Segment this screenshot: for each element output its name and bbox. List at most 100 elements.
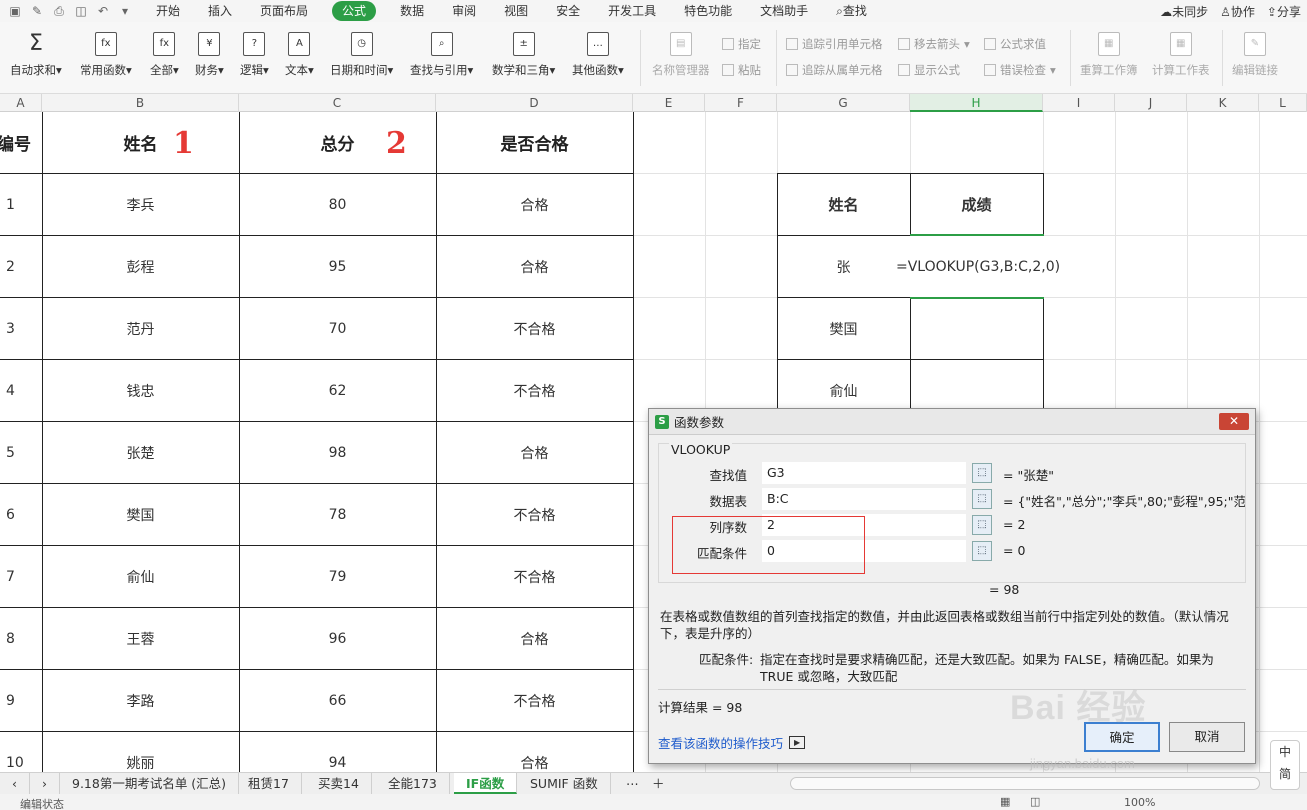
autosum-button[interactable]: Σ 自动求和▾	[10, 32, 62, 78]
column-header-j[interactable]: J	[1115, 94, 1187, 112]
cell-pass[interactable]: 合格	[436, 608, 633, 669]
cell-name[interactable]: 樊国	[42, 484, 239, 545]
cell-id[interactable]: 6	[0, 484, 42, 545]
cell-score[interactable]: 66	[239, 670, 436, 731]
cell-id[interactable]: 7	[0, 546, 42, 607]
all-functions-button[interactable]: fx 全部▾	[150, 32, 179, 78]
calc-sheet-button[interactable]: ▦ 计算工作表	[1152, 32, 1210, 78]
menu-features[interactable]: 特色功能	[680, 1, 736, 21]
cell-score[interactable]: 98	[239, 422, 436, 483]
cell-score[interactable]: 94	[239, 732, 436, 772]
add-sheet-icon[interactable]: ＋	[640, 773, 677, 794]
print-preview-icon[interactable]: ◫	[74, 4, 88, 18]
zoom-level[interactable]: 100%	[1124, 796, 1155, 809]
page-layout-icon[interactable]: ◫	[1030, 795, 1040, 808]
cell-id[interactable]: 8	[0, 608, 42, 669]
range-select-icon[interactable]: ⬚	[972, 463, 992, 483]
cell-pass[interactable]: 不合格	[436, 670, 633, 731]
format-painter-icon[interactable]: ✎	[30, 4, 44, 18]
table-array-input[interactable]: B:C	[762, 488, 966, 510]
cell-name[interactable]: 姚丽	[42, 732, 239, 772]
help-link[interactable]: 查看该函数的操作技巧 ▶	[658, 733, 806, 752]
undo-icon[interactable]: ↶	[96, 4, 110, 18]
remove-arrows-button[interactable]: 移去箭头 ▾	[898, 36, 970, 52]
cell-name[interactable]: 钱忠	[42, 360, 239, 421]
close-button[interactable]: ✕	[1219, 413, 1249, 430]
cell-id[interactable]: 1	[0, 174, 42, 235]
sheet-tab[interactable]: 9.18第一期考试名单 (汇总)	[60, 773, 240, 794]
sheet-tab-active[interactable]: IF函数	[454, 773, 518, 794]
specify-button[interactable]: 指定	[722, 36, 761, 52]
range-select-icon[interactable]: ⬚	[972, 515, 992, 535]
menu-doc-assistant[interactable]: 文档助手	[756, 1, 812, 21]
cell-score[interactable]: 78	[239, 484, 436, 545]
cell-id[interactable]: 3	[0, 298, 42, 359]
name-manager-button[interactable]: ▤ 名称管理器	[652, 32, 710, 78]
common-functions-button[interactable]: fx 常用函数▾	[80, 32, 132, 78]
column-header-a[interactable]: A	[0, 94, 42, 112]
menu-developer[interactable]: 开发工具	[604, 1, 660, 21]
text-button[interactable]: A 文本▾	[285, 32, 314, 78]
column-header-f[interactable]: F	[705, 94, 777, 112]
sheet-tab[interactable]: 租赁17	[236, 773, 302, 794]
edit-links-button[interactable]: ✎ 编辑链接	[1232, 32, 1278, 78]
finance-button[interactable]: ¥ 财务▾	[195, 32, 224, 78]
menu-view[interactable]: 视图	[500, 1, 532, 21]
column-header-k[interactable]: K	[1187, 94, 1259, 112]
collab-button[interactable]: ♙协作	[1220, 3, 1255, 20]
save-icon[interactable]: ▣	[8, 4, 22, 18]
cell-score[interactable]: 96	[239, 608, 436, 669]
more-chevron-icon[interactable]: ▾	[118, 4, 132, 18]
column-header-d[interactable]: D	[436, 94, 633, 112]
cell-id[interactable]: 10	[0, 732, 42, 772]
column-header-i[interactable]: I	[1043, 94, 1115, 112]
print-icon[interactable]: ⎙	[52, 4, 66, 18]
menu-start[interactable]: 开始	[152, 1, 184, 21]
ime-indicator[interactable]: 中 简	[1270, 740, 1300, 790]
column-header-h[interactable]: H	[910, 94, 1043, 112]
lookup-header-name[interactable]: 姓名	[777, 174, 910, 235]
menu-data[interactable]: 数据	[396, 1, 428, 21]
column-header-e[interactable]: E	[633, 94, 705, 112]
range-select-icon[interactable]: ⬚	[972, 541, 992, 561]
cell-pass[interactable]: 合格	[436, 236, 633, 297]
menu-page-layout[interactable]: 页面布局	[256, 1, 312, 21]
cell-pass[interactable]: 合格	[436, 174, 633, 235]
paste-name-button[interactable]: 粘贴	[722, 62, 761, 78]
cell-pass[interactable]: 不合格	[436, 360, 633, 421]
column-header-l[interactable]: L	[1259, 94, 1307, 112]
cancel-button[interactable]: 取消	[1169, 722, 1245, 752]
normal-view-icon[interactable]: ▦	[1000, 795, 1010, 808]
column-header-b[interactable]: B	[42, 94, 239, 112]
horizontal-scrollbar[interactable]	[790, 777, 1260, 790]
show-formulas-button[interactable]: 显示公式	[898, 62, 960, 78]
cell-pass[interactable]: 合格	[436, 422, 633, 483]
lookup-header-score[interactable]: 成绩	[910, 174, 1043, 235]
lookup-value-input[interactable]: G3	[762, 462, 966, 484]
other-functions-button[interactable]: … 其他函数▾	[572, 32, 624, 78]
next-sheet-icon[interactable]: ›	[30, 773, 60, 794]
menu-formula[interactable]: 公式	[332, 1, 377, 21]
cell-name[interactable]: 俞仙	[42, 546, 239, 607]
lookup-name-cell[interactable]: 张	[777, 236, 910, 297]
cell-pass[interactable]: 不合格	[436, 298, 633, 359]
cell-name[interactable]: 李兵	[42, 174, 239, 235]
range-select-icon[interactable]: ⬚	[972, 489, 992, 509]
lookup-name-cell[interactable]: 樊国	[777, 298, 910, 359]
datetime-button[interactable]: ◷ 日期和时间▾	[330, 32, 393, 78]
menu-insert[interactable]: 插入	[204, 1, 236, 21]
menu-security[interactable]: 安全	[552, 1, 584, 21]
cell-score[interactable]: 95	[239, 236, 436, 297]
dialog-title-bar[interactable]: S 函数参数 ✕	[649, 409, 1255, 435]
math-trig-button[interactable]: ± 数学和三角▾	[492, 32, 555, 78]
cell-id[interactable]: 2	[0, 236, 42, 297]
cell-pass[interactable]: 合格	[436, 732, 633, 772]
share-button[interactable]: ⇪分享	[1267, 3, 1301, 20]
cell-pass[interactable]: 不合格	[436, 484, 633, 545]
sheet-tab[interactable]: 买卖14	[306, 773, 372, 794]
header-name[interactable]: 姓名	[42, 112, 239, 173]
cell-name[interactable]: 张楚	[42, 422, 239, 483]
error-check-button[interactable]: 错误检查 ▾	[984, 62, 1056, 78]
cell-score[interactable]: 70	[239, 298, 436, 359]
trace-dependents-button[interactable]: 追踪从属单元格	[786, 62, 883, 78]
